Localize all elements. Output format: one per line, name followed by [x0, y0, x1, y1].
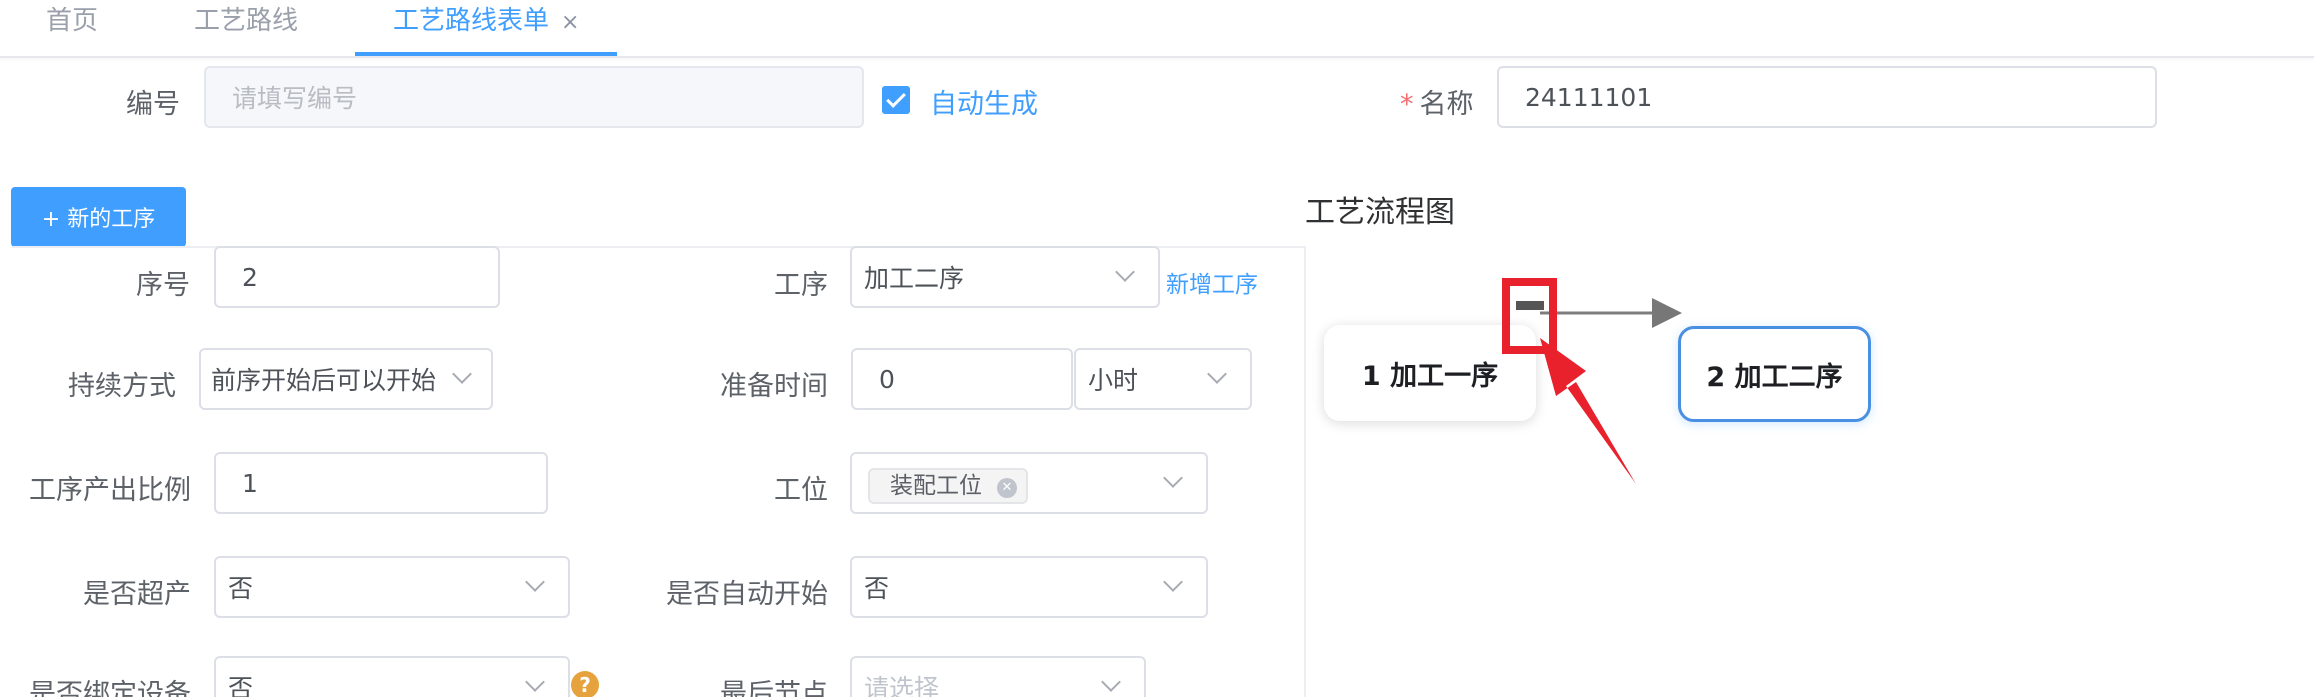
process-select[interactable]: 加工二序 — [850, 246, 1160, 308]
chevron-down-icon — [1115, 262, 1135, 282]
process-label: 工序 — [774, 270, 828, 301]
tag-close-icon[interactable]: ✕ — [997, 478, 1017, 498]
prep-time-label: 准备时间 — [720, 371, 828, 402]
close-icon[interactable]: × — [561, 2, 579, 44]
seq-input[interactable]: 2 — [214, 246, 500, 308]
station-label: 工位 — [774, 475, 828, 506]
chevron-down-icon — [1163, 468, 1183, 488]
tab-bar: 首页 工艺路线 工艺路线表单 × — [0, 0, 2314, 58]
overproduce-select[interactable]: 否 — [214, 556, 570, 618]
prep-time-value: 0 — [879, 364, 895, 394]
bind-device-value: 否 — [228, 674, 254, 697]
last-node-placeholder: 请选择 — [864, 674, 940, 697]
required-asterisk: * — [1400, 89, 1414, 120]
prep-unit-value: 小时 — [1088, 366, 1139, 395]
station-select[interactable]: 装配工位 ✕ — [850, 452, 1208, 514]
duration-select[interactable]: 前序开始后可以开始 — [199, 348, 493, 410]
name-value: 24111101 — [1525, 82, 1653, 112]
flow-chart-title: 工艺流程图 — [1305, 195, 1455, 230]
help-icon[interactable]: ? — [571, 671, 599, 697]
process-select-value: 加工二序 — [864, 264, 965, 293]
auto-start-value: 否 — [864, 574, 890, 603]
code-input[interactable]: 请填写编号 — [204, 66, 864, 128]
prep-time-input[interactable]: 0 — [851, 348, 1073, 410]
name-input[interactable]: 24111101 — [1497, 66, 2157, 128]
add-process-link[interactable]: 新增工序 — [1166, 265, 1258, 299]
flow-node-1[interactable]: 1 加工一序 — [1324, 325, 1536, 421]
output-ratio-label: 工序产出比例 — [29, 475, 191, 506]
tab-process-route-label: 工艺路线 — [194, 6, 299, 36]
overproduce-label: 是否超产 — [83, 579, 191, 610]
seq-label: 序号 — [136, 270, 190, 301]
chevron-down-icon — [1207, 364, 1227, 384]
duration-select-value: 前序开始后可以开始 — [211, 366, 437, 395]
flow-node-1-label: 1 加工一序 — [1361, 360, 1499, 392]
tab-home[interactable]: 首页 — [46, 0, 98, 56]
bind-device-label: 是否绑定设备 — [29, 679, 191, 697]
chevron-down-icon — [525, 672, 545, 692]
tab-home-label: 首页 — [46, 6, 99, 36]
overproduce-value: 否 — [228, 574, 254, 603]
flow-node-2-label: 2 加工二序 — [1706, 361, 1843, 393]
duration-label: 持续方式 — [68, 371, 176, 402]
auto-generate-label[interactable]: 自动生成 — [930, 82, 1038, 121]
tab-process-route-form[interactable]: 工艺路线表单 × — [355, 0, 618, 56]
tab-process-route-form-label: 工艺路线表单 — [393, 6, 550, 36]
last-node-select[interactable]: 请选择 — [850, 656, 1146, 697]
chevron-down-icon — [452, 364, 472, 384]
output-ratio-input[interactable]: 1 — [214, 452, 548, 514]
seq-value: 2 — [242, 262, 258, 292]
name-label: * 名称 — [1400, 82, 1474, 121]
auto-start-select[interactable]: 否 — [850, 556, 1208, 618]
chevron-down-icon — [1163, 572, 1183, 592]
chevron-down-icon — [1101, 672, 1121, 692]
prep-unit-select[interactable]: 小时 — [1074, 348, 1252, 410]
code-placeholder: 请填写编号 — [232, 84, 358, 113]
last-node-label: 最后节点 — [720, 679, 828, 697]
tab-process-route[interactable]: 工艺路线 — [194, 0, 298, 56]
station-tag: 装配工位 ✕ — [868, 468, 1028, 504]
code-label: 编号 — [126, 89, 180, 120]
chevron-down-icon — [525, 572, 545, 592]
flow-node-2[interactable]: 2 加工二序 — [1678, 326, 1871, 422]
new-process-button[interactable]: + 新的工序 — [11, 187, 186, 247]
bind-device-select[interactable]: 否 — [214, 656, 570, 697]
auto-start-label: 是否自动开始 — [666, 579, 828, 610]
name-label-text: 名称 — [1419, 89, 1474, 120]
auto-generate-checkbox[interactable] — [882, 86, 910, 114]
main-content: 编号 请填写编号 自动生成 * 名称 24111101 + 新的工序 序号 2 工… — [0, 60, 2314, 697]
output-ratio-value: 1 — [242, 468, 258, 498]
station-tag-label: 装配工位 — [890, 473, 982, 499]
